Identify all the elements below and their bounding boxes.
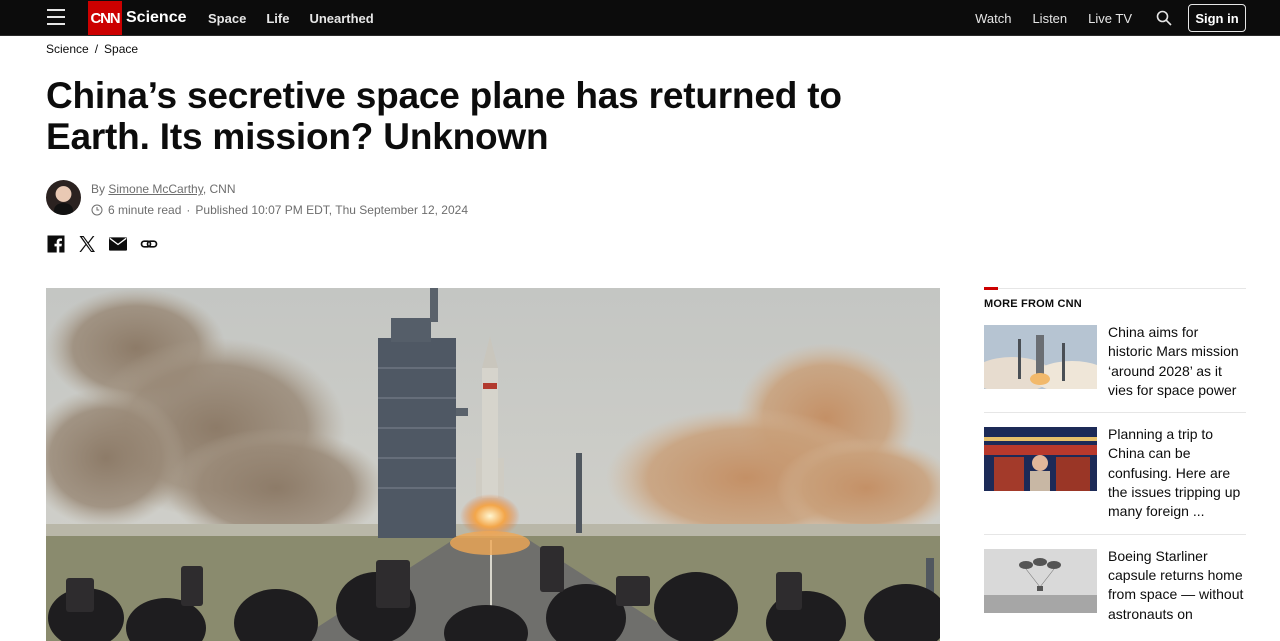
breadcrumb-space[interactable]: Space <box>104 42 138 56</box>
rocket-launch-photo <box>46 288 940 641</box>
share-bar <box>47 235 158 253</box>
link-icon[interactable] <box>140 235 158 253</box>
sidebar-card[interactable]: Planning a trip to China can be confusin… <box>984 425 1246 535</box>
article-meta: 6 minute read · Published 10:07 PM EDT, … <box>91 203 468 217</box>
published-timestamp: Published 10:07 PM EDT, Thu September 12… <box>195 203 469 217</box>
email-icon[interactable] <box>109 235 127 253</box>
sidebar-thumbnail[interactable] <box>984 427 1097 492</box>
clock-icon <box>91 204 103 216</box>
top-nav: CNN Science Space Life Unearthed Watch L… <box>0 0 1280 36</box>
nav-link-life[interactable]: Life <box>266 11 289 26</box>
author-link[interactable]: Simone McCarthy <box>108 182 202 196</box>
breadcrumb-science[interactable]: Science <box>46 42 89 56</box>
search-icon[interactable] <box>1156 10 1172 26</box>
sidebar-card-title[interactable]: Planning a trip to China can be confusin… <box>1108 425 1246 521</box>
author-avatar[interactable] <box>46 180 81 215</box>
hero-image[interactable] <box>46 288 940 641</box>
byline: By Simone McCarthy, CNN <box>91 182 236 196</box>
section-nav: Space Life Unearthed <box>208 11 374 26</box>
nav-link-watch[interactable]: Watch <box>975 11 1011 26</box>
media-nav: Watch Listen Live TV <box>975 11 1132 26</box>
nav-link-unearthed[interactable]: Unearthed <box>309 11 373 26</box>
more-from-cnn: MORE FROM CNN China aims for historic Ma… <box>984 287 1246 636</box>
sidebar-card-title[interactable]: China aims for historic Mars mission ‘ar… <box>1108 323 1246 400</box>
nav-link-live-tv[interactable]: Live TV <box>1088 11 1132 26</box>
sidebar-card[interactable]: China aims for historic Mars mission ‘ar… <box>984 323 1246 414</box>
breadcrumb: Science / Space <box>46 42 138 56</box>
breadcrumb-separator: / <box>94 42 99 56</box>
sidebar-card[interactable]: Boeing Starliner capsule returns home fr… <box>984 547 1246 636</box>
x-icon[interactable] <box>78 235 96 253</box>
menu-icon[interactable] <box>47 9 65 25</box>
section-title[interactable]: Science <box>126 9 186 27</box>
nav-link-listen[interactable]: Listen <box>1032 11 1067 26</box>
meta-separator: · <box>186 203 191 217</box>
read-time: 6 minute read <box>108 203 182 217</box>
sidebar-thumbnail[interactable] <box>984 325 1097 389</box>
sidebar-divider <box>984 287 1246 290</box>
sign-in-button[interactable]: Sign in <box>1188 4 1246 32</box>
facebook-icon[interactable] <box>47 235 65 253</box>
cnn-logo[interactable]: CNN <box>88 1 122 35</box>
sidebar-title: MORE FROM CNN <box>984 298 1082 310</box>
nav-link-space[interactable]: Space <box>208 11 246 26</box>
byline-prefix: By <box>91 182 106 196</box>
byline-outlet: , CNN <box>202 182 236 196</box>
article-headline: China’s secretive space plane has return… <box>46 75 842 157</box>
sidebar-thumbnail[interactable] <box>984 548 1097 613</box>
sidebar-card-title[interactable]: Boeing Starliner capsule returns home fr… <box>1108 547 1246 624</box>
